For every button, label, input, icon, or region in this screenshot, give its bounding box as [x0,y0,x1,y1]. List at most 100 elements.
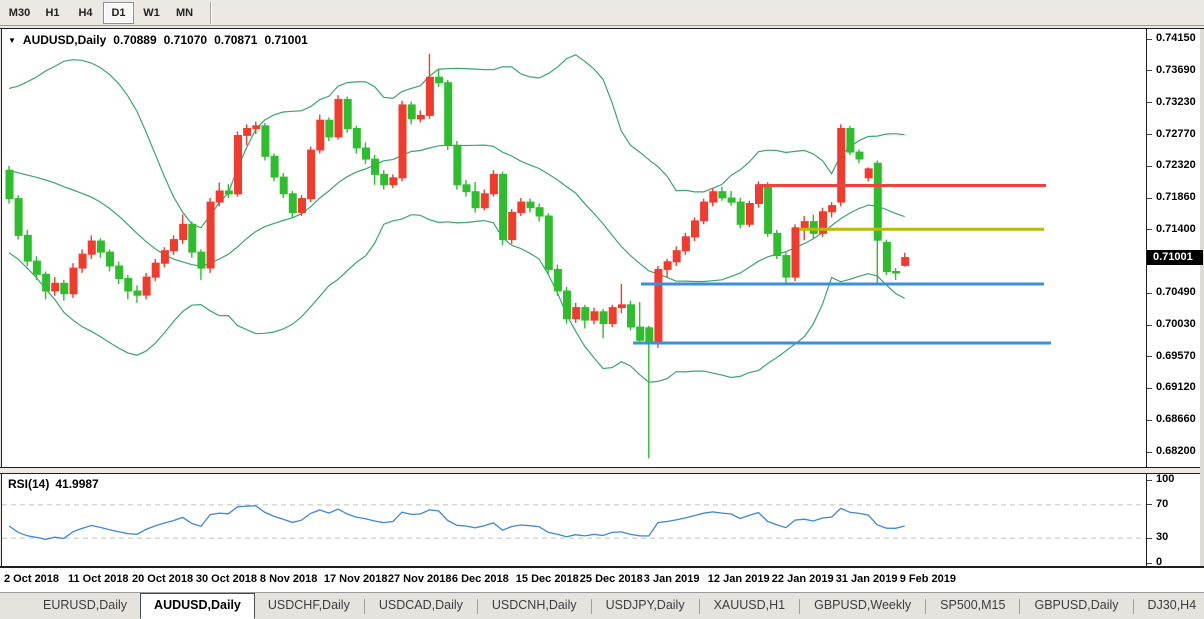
price-tick-label: 0.70490 [1156,286,1196,298]
rsi-tick-mark [1147,480,1152,481]
price-tick-mark [1147,388,1152,389]
candlestick-canvas[interactable] [2,29,1146,467]
rsi-tick-label: 70 [1156,498,1168,510]
tab-separator [591,599,592,614]
date-label: 20 Oct 2018 [132,573,193,585]
tab-usdjpy-daily[interactable]: USDJPY,Daily [593,593,698,619]
price-tick-mark [1147,102,1152,103]
price-tick-label: 0.73230 [1156,96,1196,108]
date-label: 17 Nov 2018 [324,573,388,585]
date-label: 15 Dec 2018 [516,573,579,585]
date-label: 30 Oct 2018 [196,573,257,585]
date-label: 3 Jan 2019 [644,573,700,585]
tab-separator [1133,599,1134,614]
price-tick-label: 0.68200 [1156,445,1196,457]
rsi-tick-mark [1147,504,1152,505]
rsi-tick-label: 0 [1156,556,1162,568]
tab-separator [364,599,365,614]
price-tick-mark [1147,356,1152,357]
date-label: 12 Jan 2019 [708,573,770,585]
price-tick-mark [1147,325,1152,326]
tab-separator [1019,599,1020,614]
tab-eurusd-daily[interactable]: EURUSD,Daily [30,593,140,619]
price-tick-mark [1147,39,1152,40]
price-tick-label: 0.72770 [1156,128,1196,140]
date-label: 25 Dec 2018 [580,573,643,585]
ohlc-high: 0.71070 [164,33,207,47]
chart-tab-bar: EURUSD,DailyAUDUSD,DailyUSDCHF,DailyUSDC… [0,592,1204,619]
price-tick-mark [1147,420,1152,421]
chart-title: ▼ AUDUSD,Daily 0.70889 0.71070 0.70871 0… [8,33,308,47]
candles-layer [6,54,909,459]
date-label: 6 Dec 2018 [452,573,509,585]
tab-audusd-daily[interactable]: AUDUSD,Daily [140,593,255,619]
date-label: 11 Oct 2018 [68,573,129,585]
rsi-tick-label: 100 [1156,473,1174,485]
toolbar-separator [210,2,212,24]
main-chart-plot[interactable]: ▼ AUDUSD,Daily 0.70889 0.71070 0.70871 0… [2,29,1146,467]
timeframe-button-w1[interactable]: W1 [136,2,167,24]
price-tick-mark [1147,134,1152,135]
rsi-tick-mark [1147,563,1152,564]
current-price-badge: 0.71001 [1147,250,1203,265]
date-label: 9 Feb 2019 [900,573,956,585]
timeframe-button-h4[interactable]: H4 [70,2,101,24]
tab-usdcnh-daily[interactable]: USDCNH,Daily [479,593,590,619]
date-label: 31 Jan 2019 [836,573,898,585]
date-label: 8 Nov 2018 [260,573,317,585]
date-axis[interactable]: 2 Oct 2018 11 Oct 201820 Oct 201830 Oct 2… [0,568,1204,592]
price-tick-label: 0.69570 [1156,350,1196,362]
timeframe-button-mn[interactable]: MN [169,2,200,24]
price-tick-label: 0.74150 [1156,32,1196,44]
rsi-value: 41.9987 [55,477,98,491]
chart-symbol-label: AUDUSD,Daily [23,33,106,47]
tab-gbpusd-daily[interactable]: GBPUSD,Daily [1021,593,1131,619]
price-tick-label: 0.73690 [1156,64,1196,76]
timeframe-button-m30[interactable]: M30 [4,2,35,24]
price-tick-label: 0.72320 [1156,159,1196,171]
tab-sp500-m15[interactable]: SP500,M15 [927,593,1018,619]
rsi-indicator-pane[interactable]: RSI(14) 41.9987 [2,474,1146,566]
rsi-tick-mark [1147,538,1152,539]
rsi-indicator-label: RSI(14) 41.9987 [8,477,99,491]
price-tick-mark [1147,70,1152,71]
tab-usdcad-daily[interactable]: USDCAD,Daily [366,593,476,619]
rsi-canvas[interactable] [2,474,1146,566]
price-tick-mark [1147,293,1152,294]
price-tick-label: 0.69120 [1156,381,1196,393]
ohlc-open: 0.70889 [113,33,156,47]
ohlc-low: 0.70871 [214,33,257,47]
hline-objects [633,186,1051,344]
rsi-axis[interactable]: 100 70 30 0 [1147,474,1204,566]
timeframe-button-h1[interactable]: H1 [37,2,68,24]
tabs-holder: EURUSD,DailyAUDUSD,DailyUSDCHF,DailyUSDC… [30,593,1204,619]
window-edge-strip [1200,29,1204,566]
chart-dropdown-icon[interactable]: ▼ [8,36,16,45]
price-tick-label: 0.68660 [1156,413,1196,425]
date-label: 2 Oct 2018 [4,573,59,585]
price-tick-mark [1147,229,1152,230]
ohlc-close: 0.71001 [264,33,307,47]
tab-dj30-h4[interactable]: DJ30,H4 [1135,593,1204,619]
tab-xauusd-h1[interactable]: XAUUSD,H1 [701,593,799,619]
tab-separator [799,599,800,614]
price-tick-mark [1147,452,1152,453]
price-tick-mark [1147,198,1152,199]
price-axis[interactable]: 0.74150 0.73690 0.73230 0.72770 0.72320 0.718… [1147,29,1204,467]
price-tick-label: 0.71400 [1156,223,1196,235]
timeframe-toolbar: M30H1H4D1W1MN [0,0,1204,26]
rsi-line [9,506,905,540]
tab-gbpusd-weekly[interactable]: GBPUSD,Weekly [801,593,924,619]
tab-separator [699,599,700,614]
tab-usdchf-daily[interactable]: USDCHF,Daily [255,593,363,619]
tab-separator [477,599,478,614]
timeframe-button-d1[interactable]: D1 [103,2,134,24]
price-tick-label: 0.70030 [1156,318,1196,330]
rsi-tick-label: 30 [1156,531,1168,543]
rsi-name: RSI(14) [8,477,49,491]
price-tick-label: 0.71860 [1156,191,1196,203]
date-label: 22 Jan 2019 [772,573,834,585]
date-label: 27 Nov 2018 [388,573,452,585]
tab-separator [925,599,926,614]
price-tick-mark [1147,166,1152,167]
